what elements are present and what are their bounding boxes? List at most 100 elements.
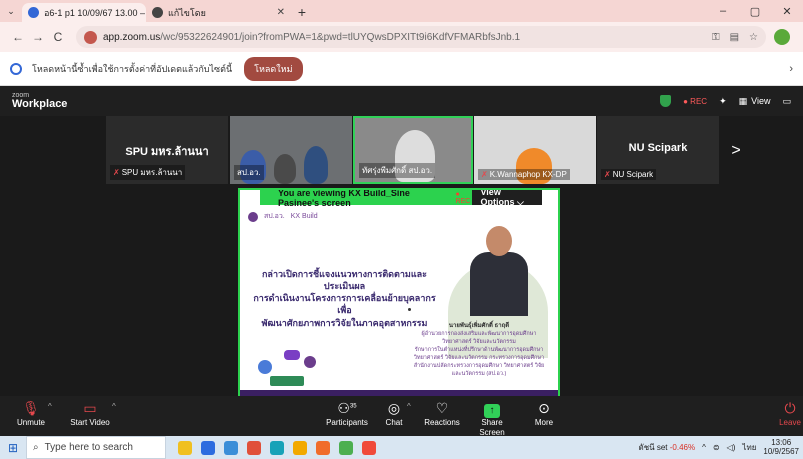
leave-button[interactable]: ⏻ Leave: [778, 400, 802, 428]
participant-video-tile[interactable]: ✗ K.Wannaphop KX-DP: [474, 116, 596, 184]
tab-close-icon[interactable]: ✕: [277, 7, 285, 18]
sparkle-icon[interactable]: ✦: [719, 96, 727, 107]
taskbar-app-icon[interactable]: [247, 440, 261, 455]
participants-button[interactable]: ⚇35 Participants: [325, 400, 369, 428]
zoom-meeting-area: SPU มหร.ล้านนา ✗ SPU มหร.ล้านนา สป.อว. ทั…: [0, 116, 803, 406]
taskbar-app-icon[interactable]: [293, 440, 307, 455]
chat-label: Chat: [385, 418, 403, 427]
participants-label: Participants: [326, 418, 368, 427]
reactions-button[interactable]: ♡ Reactions: [424, 400, 460, 428]
forward-button[interactable]: →: [28, 30, 48, 44]
leave-label: Leave: [779, 418, 801, 427]
taskbar-app-icon[interactable]: [339, 440, 353, 455]
tab-title: แก้ไขโดย: [168, 7, 206, 18]
infobar-close-icon[interactable]: ›: [789, 63, 793, 75]
reload-button[interactable]: C: [48, 30, 68, 44]
more-label: More: [534, 418, 554, 427]
participant-label-text: K.Wannaphop KX-DP: [489, 170, 567, 179]
start-video-button[interactable]: ▭ Start Video ^: [70, 400, 115, 428]
profile-avatar-icon[interactable]: [774, 29, 790, 45]
speaker-title-line: และนวัตกรรม (สป.อว.): [451, 370, 507, 377]
taskbar-clock[interactable]: 13:06 10/9/2567: [763, 438, 799, 457]
view-options-button[interactable]: View Options ⌵: [472, 190, 542, 207]
participant-video-tile[interactable]: สป.อว.: [230, 116, 352, 184]
bookmark-star-icon[interactable]: ☆: [749, 32, 758, 43]
unmute-label: Unmute: [16, 418, 45, 427]
language-indicator[interactable]: ไทย: [742, 441, 756, 454]
taskbar-app-icon[interactable]: [224, 440, 238, 455]
zoom-favicon-icon: [28, 7, 39, 18]
video-options-caret-icon[interactable]: ^: [112, 402, 116, 412]
speaker-suit: [470, 252, 528, 316]
translate-icon[interactable]: ▤: [730, 32, 739, 43]
participant-label: ✗ NU Scipark: [601, 169, 657, 180]
taskbar-app-icon[interactable]: [270, 440, 284, 455]
tab-zoom-meeting[interactable]: อ6-1 p1 10/09/67 13.00 – 1 ✕: [22, 3, 146, 22]
next-page-arrow-icon[interactable]: >: [722, 138, 750, 164]
participant-figure: [304, 146, 328, 184]
network-icon[interactable]: ⊜: [713, 443, 720, 452]
reload-infobar: โหลดหน้านี้ซ้ำเพื่อใช้การตั้งค่าที่อัปเด…: [0, 52, 803, 86]
security-shield-icon[interactable]: [660, 95, 672, 107]
stock-change: -0.46%: [669, 443, 696, 452]
laptop-icon: [270, 376, 304, 386]
share-screen-button[interactable]: ↑ Share Screen: [470, 400, 514, 437]
participant-label-text: สป.อว.: [237, 168, 261, 177]
close-window-button[interactable]: ✕: [771, 5, 803, 18]
url-path: /wc/95322624901/join?fromPWA=1&pwd=tlUYQ…: [160, 31, 521, 43]
more-icon: ⊙: [538, 400, 550, 416]
share-rec-indicator: ● REC: [455, 190, 471, 205]
participant-label: ✗ SPU มหร.ล้านนา: [110, 165, 186, 180]
participant-tile[interactable]: NU Scipark ✗ NU Scipark: [597, 116, 719, 184]
unmute-button[interactable]: 🎙 Unmute ^: [16, 400, 52, 428]
password-key-icon[interactable]: ⚿: [712, 32, 720, 43]
tab-secondary[interactable]: แก้ไขโดย ✕: [146, 3, 291, 22]
more-button[interactable]: ⊙ More: [532, 400, 556, 428]
maximize-button[interactable]: ▢: [739, 5, 771, 18]
windows-start-icon[interactable]: ⊞: [0, 441, 26, 455]
search-placeholder: Type here to search: [44, 442, 133, 453]
audio-options-caret-icon[interactable]: ^: [48, 402, 52, 412]
slide-title: กล่าวเปิดการชี้แจงแนวทางการติดตามและประเ…: [252, 268, 437, 329]
tray-chevron-icon[interactable]: ^: [702, 443, 706, 452]
chat-options-caret-icon[interactable]: ^: [407, 402, 411, 412]
share-banner-text: You are viewing KX Build_Sine Pasinee's …: [278, 188, 410, 208]
window-controls: – ▢ ✕: [707, 0, 803, 22]
slide-logo-text: สป.อว.: [264, 213, 285, 220]
taskbar-app-icon[interactable]: [362, 440, 376, 455]
address-bar-row: ← → C app.zoom.us/wc/95322624901/join?fr…: [0, 22, 803, 52]
url-field[interactable]: app.zoom.us/wc/95322624901/join?fromPWA=…: [76, 26, 766, 48]
participant-tile[interactable]: SPU มหร.ล้านนา ✗ SPU มหร.ล้านนา: [106, 116, 228, 184]
participant-name: SPU มหร.ล้านนา: [125, 146, 209, 158]
view-button[interactable]: ▦ View: [739, 96, 771, 107]
taskbar-app-icon[interactable]: [201, 440, 215, 455]
rec-indicator: ● REC: [683, 96, 708, 106]
fullscreen-icon[interactable]: ▭: [782, 96, 791, 107]
speaker-title-line: ผู้อำนวยการกองส่งเสริมและพัฒนาการอุดมศึก…: [421, 330, 537, 337]
taskbar-search-input[interactable]: ⌕ Type here to search: [26, 436, 166, 459]
speaker-photo: [468, 226, 530, 316]
back-button[interactable]: ←: [8, 30, 28, 44]
new-tab-button[interactable]: +: [291, 3, 313, 22]
chat-button[interactable]: ◎ Chat ^: [383, 400, 411, 428]
mic-muted-icon: ✗: [113, 168, 120, 177]
share-screen-icon: ↑: [470, 400, 514, 418]
ministry-logo-icon: [248, 211, 258, 222]
taskbar-app-icon[interactable]: [178, 440, 192, 455]
volume-icon[interactable]: ◁): [727, 443, 736, 452]
site-favicon-icon: [152, 7, 163, 18]
participants-icon: ⚇35: [337, 400, 357, 416]
slide-logos: สป.อว. KX Build: [248, 211, 318, 222]
tab-search-icon[interactable]: ⌄: [0, 0, 22, 22]
reload-button-infobar[interactable]: โหลดใหม่: [244, 56, 303, 81]
leave-icon: ⏻: [784, 400, 796, 416]
participant-label-text: ทัศรุ่งพีมศักดิ์ สป.อว.: [362, 166, 433, 175]
taskbar-app-icon[interactable]: [316, 440, 330, 455]
minimize-button[interactable]: –: [707, 5, 739, 17]
share-banner: You are viewing KX Build_Sine Pasinee's …: [260, 188, 542, 208]
url-host: app.zoom.us: [103, 31, 161, 43]
active-speaker-tile[interactable]: ทัศรุ่งพีมศักดิ์ สป.อว.: [353, 116, 473, 184]
slide-logo-text: KX Build: [290, 213, 318, 220]
stock-ticker[interactable]: ดัชนี set -0.46%: [639, 441, 696, 454]
site-info-icon[interactable]: [84, 30, 97, 44]
